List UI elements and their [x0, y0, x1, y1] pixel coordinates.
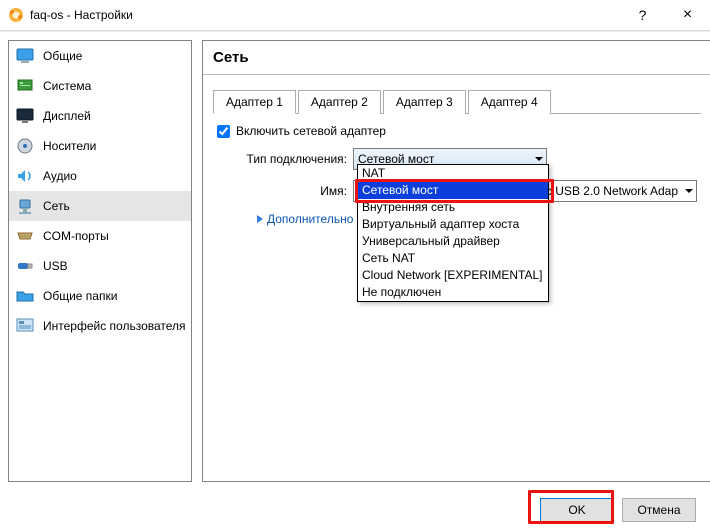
ok-button[interactable]: OK [540, 498, 614, 522]
tab-label: Адаптер 4 [481, 95, 538, 109]
titlebar: faq-os - Настройки ? × [0, 0, 710, 31]
serial-icon [15, 226, 35, 246]
display-icon [15, 106, 35, 126]
audio-icon [15, 166, 35, 186]
sidebar-item-label: Общие [43, 49, 82, 63]
sidebar-item-serial[interactable]: COM-порты [9, 221, 191, 251]
enable-adapter-label: Включить сетевой адаптер [236, 124, 386, 138]
enable-adapter-checkbox[interactable] [217, 125, 230, 138]
advanced-label: Дополнительно [267, 212, 353, 226]
folder-icon [15, 286, 35, 306]
dropdown-option[interactable]: Виртуальный адаптер хоста [358, 216, 548, 233]
adapter-name-label: Имя: [217, 184, 353, 198]
sidebar-item-ui[interactable]: Интерфейс пользователя [9, 311, 191, 341]
cancel-label: Отмена [637, 503, 680, 517]
network-icon [15, 196, 35, 216]
dropdown-option[interactable]: Cloud Network [EXPERIMENTAL] [358, 267, 548, 284]
main-area: Общие Система Дисплей Носители Аудио Сет… [0, 31, 710, 490]
dropdown-option[interactable]: NAT [358, 165, 548, 182]
tab-label: Адаптер 2 [311, 95, 368, 109]
system-icon [15, 76, 35, 96]
tab-label: Адаптер 1 [226, 95, 283, 109]
dropdown-option[interactable]: Внутренняя сеть [358, 199, 548, 216]
cancel-button[interactable]: Отмена [622, 498, 696, 522]
footer: OK Отмена [0, 490, 710, 529]
tab-label: Адаптер 3 [396, 95, 453, 109]
sidebar-item-network[interactable]: Сеть [9, 191, 191, 221]
tab-adapter-3[interactable]: Адаптер 3 [383, 90, 466, 114]
sidebar-item-audio[interactable]: Аудио [9, 161, 191, 191]
window-title: faq-os - Настройки [30, 8, 133, 22]
sidebar-item-label: COM-порты [43, 229, 109, 243]
chevron-down-icon [685, 189, 693, 193]
help-button[interactable]: ? [620, 0, 665, 30]
attachment-type-dropdown[interactable]: NAT Сетевой мост Внутренняя сеть Виртуал… [357, 164, 549, 302]
general-icon [15, 46, 35, 66]
help-icon: ? [639, 7, 647, 23]
sidebar-item-label: Аудио [43, 169, 77, 183]
sidebar-item-general[interactable]: Общие [9, 41, 191, 71]
dropdown-option-selected[interactable]: Сетевой мост [358, 182, 548, 199]
page-title: Сеть [203, 41, 710, 75]
sidebar-item-storage[interactable]: Носители [9, 131, 191, 161]
storage-icon [15, 136, 35, 156]
close-icon: × [683, 6, 692, 24]
chevron-down-icon [535, 157, 543, 161]
sidebar: Общие Система Дисплей Носители Аудио Сет… [8, 40, 192, 482]
tabs: Адаптер 1 Адаптер 2 Адаптер 3 Адаптер 4 [213, 89, 701, 114]
sidebar-item-label: Система [43, 79, 91, 93]
sidebar-item-label: USB [43, 259, 68, 273]
content-panel: Сеть Адаптер 1 Адаптер 2 Адаптер 3 Адапт… [202, 40, 710, 482]
attachment-type-label: Тип подключения: [217, 152, 353, 166]
tab-adapter-1[interactable]: Адаптер 1 [213, 90, 296, 114]
sidebar-item-label: Дисплей [43, 109, 91, 123]
sidebar-item-system[interactable]: Система [9, 71, 191, 101]
sidebar-item-label: Носители [43, 139, 96, 153]
tab-adapter-2[interactable]: Адаптер 2 [298, 90, 381, 114]
sidebar-item-display[interactable]: Дисплей [9, 101, 191, 131]
sidebar-item-label: Сеть [43, 199, 70, 213]
ok-label: OK [568, 503, 585, 517]
triangle-right-icon [257, 215, 263, 223]
dropdown-option[interactable]: Универсальный драйвер [358, 233, 548, 250]
dropdown-option[interactable]: Сеть NAT [358, 250, 548, 267]
sidebar-item-shared-folders[interactable]: Общие папки [9, 281, 191, 311]
usb-icon [15, 256, 35, 276]
sidebar-item-label: Интерфейс пользователя [43, 319, 186, 333]
tab-adapter-4[interactable]: Адаптер 4 [468, 90, 551, 114]
ui-icon [15, 316, 35, 336]
dropdown-option[interactable]: Не подключен [358, 284, 548, 301]
sidebar-item-usb[interactable]: USB [9, 251, 191, 281]
sidebar-item-label: Общие папки [43, 289, 117, 303]
app-icon [8, 7, 24, 23]
close-button[interactable]: × [665, 0, 710, 30]
